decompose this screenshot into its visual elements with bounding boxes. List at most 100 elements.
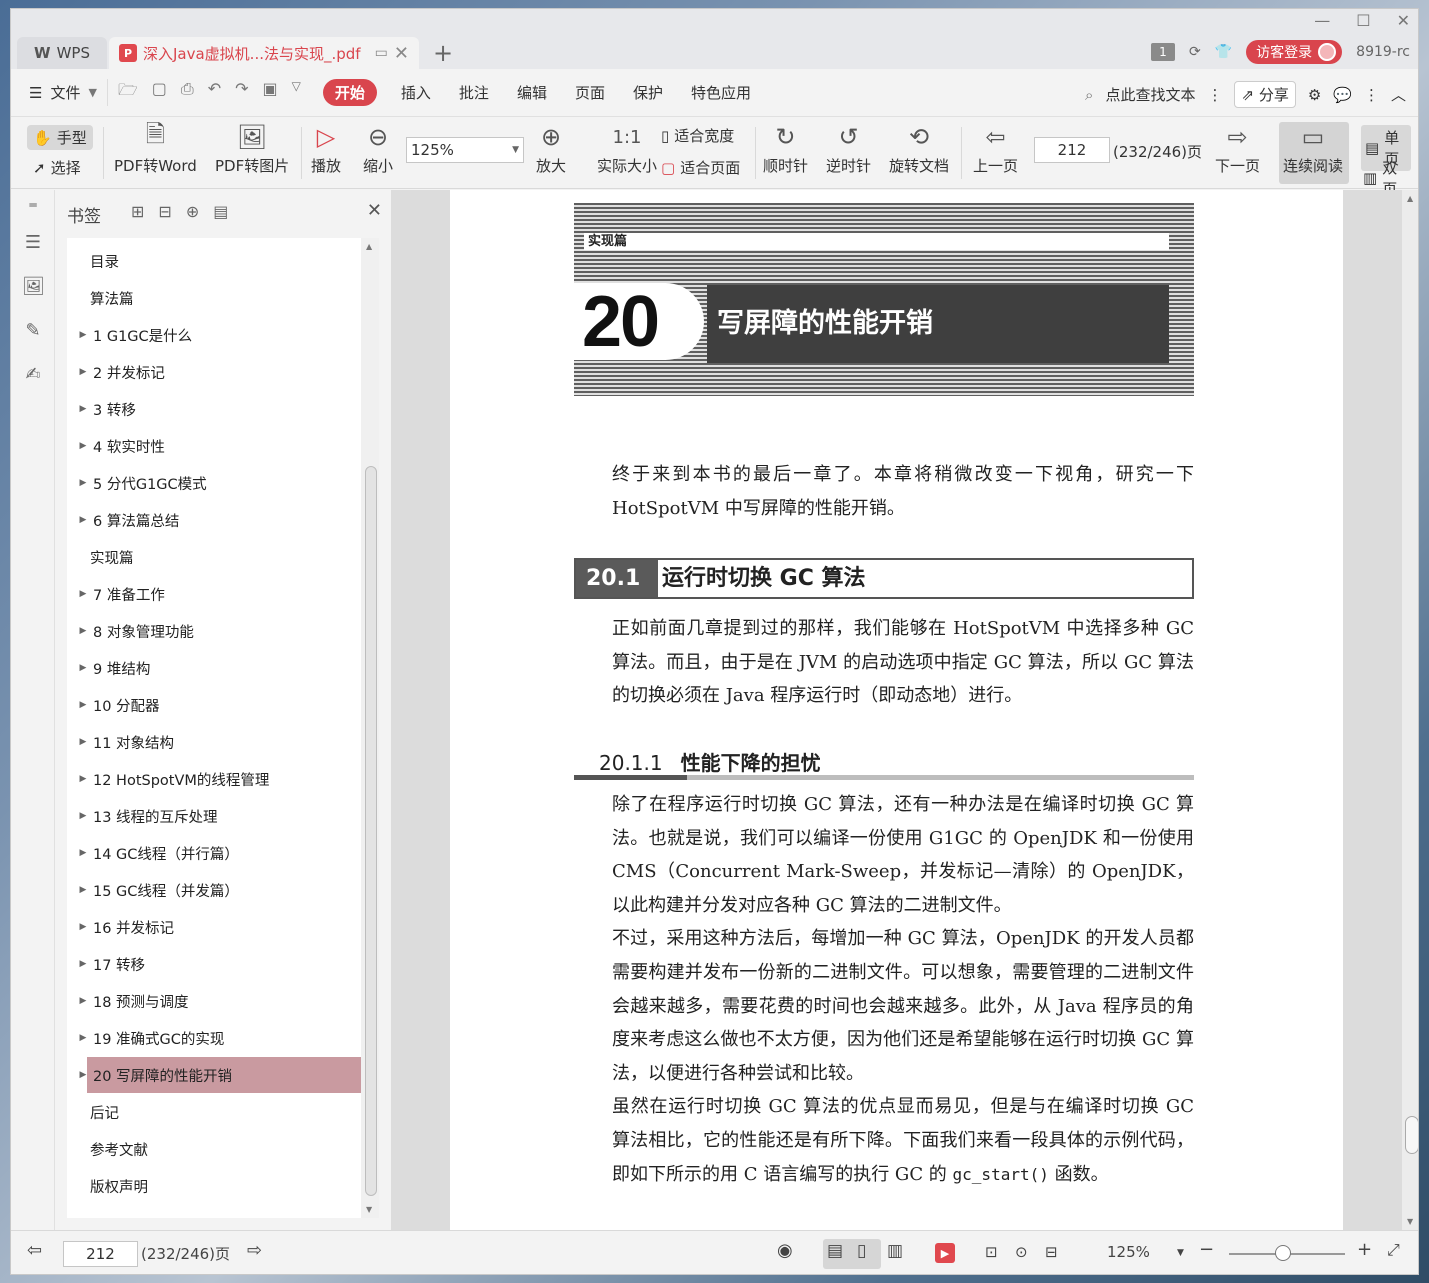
close-tab-icon[interactable]: ✕ <box>394 43 409 64</box>
double-view-icon[interactable]: ▥ <box>887 1241 903 1261</box>
status-zoom-out-icon[interactable]: − <box>1199 1239 1214 1260</box>
bookmark-item[interactable]: 算法篇 <box>67 280 361 316</box>
rotate-document-button[interactable]: ⟲ 旋转文档 <box>889 119 949 176</box>
expand-arrow-icon[interactable]: ▶ <box>67 663 89 673</box>
actual-size-small-icon[interactable]: ⊡ <box>985 1243 998 1261</box>
status-zoom-in-icon[interactable]: + <box>1357 1239 1372 1260</box>
bookmark-item[interactable]: ▶ 16 并发标记 <box>67 909 361 945</box>
prev-page-button[interactable]: ⇦ 上一页 <box>973 119 1018 176</box>
expand-arrow-icon[interactable]: ▶ <box>67 811 89 821</box>
add-bookmark-icon[interactable]: ⊕ <box>186 202 199 221</box>
scroll-up-icon[interactable]: ▲ <box>1407 194 1413 203</box>
bookmark-item[interactable]: 参考文献 <box>67 1131 361 1167</box>
bookmark-item[interactable]: ▶ 19 准确式GC的实现 <box>67 1020 361 1056</box>
expand-arrow-icon[interactable]: ▶ <box>67 774 89 784</box>
tab-insert[interactable]: 插入 <box>387 82 445 103</box>
bookmark-item[interactable]: 实现篇 <box>67 539 361 575</box>
continuous-view-icon[interactable]: ▤ <box>827 1241 843 1261</box>
document-scroll-thumb[interactable] <box>1405 1116 1418 1154</box>
signature-icon[interactable]: ✍ <box>22 364 44 386</box>
bookmark-item[interactable]: ▶ 7 准备工作 <box>67 576 361 612</box>
share-button[interactable]: ⇗ 分享 <box>1234 81 1296 108</box>
wps-home-tab[interactable]: W WPS <box>17 37 107 69</box>
window-count-badge[interactable]: 1 <box>1151 43 1175 61</box>
expand-arrow-icon[interactable]: ▶ <box>67 515 89 525</box>
expand-arrow-icon[interactable]: ▶ <box>67 737 89 747</box>
bookmark-item[interactable]: ▶ 4 软实时性 <box>67 428 361 464</box>
new-tab-icon[interactable]: + <box>433 39 453 67</box>
document-scrollbar[interactable]: ▲ ▼ <box>1402 190 1418 1230</box>
bookmark-scrollbar[interactable]: ▲ ▼ <box>361 238 379 1218</box>
expand-arrow-icon[interactable]: ▶ <box>67 478 89 488</box>
close-panel-icon[interactable]: ✕ <box>367 200 382 221</box>
expand-arrow-icon[interactable]: ▶ <box>67 441 89 451</box>
expand-all-icon[interactable]: ⊞ <box>131 202 144 221</box>
more-vertical-icon[interactable]: ⋮ <box>1207 86 1222 104</box>
zoom-out-button[interactable]: ⊖ 缩小 <box>363 119 393 176</box>
slideshow-play-icon[interactable]: ▶ <box>935 1243 955 1263</box>
pdf-to-word-button[interactable]: 🗎 PDF转Word <box>114 119 197 176</box>
print-icon[interactable]: ⎙ <box>181 79 194 106</box>
tab-special[interactable]: 特色应用 <box>677 82 765 103</box>
open-folder-icon[interactable]: 🗁 <box>118 79 138 106</box>
zoom-select[interactable]: 125% ▼ <box>406 137 524 163</box>
expand-arrow-icon[interactable]: ▶ <box>67 996 89 1006</box>
scroll-down-icon[interactable]: ▼ <box>1407 1217 1413 1226</box>
document-view[interactable]: 实现篇 20 写屏障的性能开销 终于来到本书的最后一章了。本章将稍微改变一下视角… <box>391 190 1418 1230</box>
status-prev-page-icon[interactable]: ⇦ <box>27 1240 42 1261</box>
bookmark-item[interactable]: ▶ 9 堆结构 <box>67 650 361 686</box>
bookmark-item[interactable]: ▶ 8 对象管理功能 <box>67 613 361 649</box>
bookmark-item[interactable]: 目录 <box>67 243 361 279</box>
bookmark-item[interactable]: ▶ 6 算法篇总结 <box>67 502 361 538</box>
tab-edit[interactable]: 编辑 <box>503 82 561 103</box>
bookmark-item[interactable]: ▶ 2 并发标记 <box>67 354 361 390</box>
fit-page-button[interactable]: ▢ 适合页面 <box>661 157 740 178</box>
bookmark-item[interactable]: ▶ 20 写屏障的性能开销 <box>80 1057 361 1093</box>
tab-protect[interactable]: 保护 <box>619 82 677 103</box>
scroll-down-icon[interactable]: ▼ <box>366 1205 372 1214</box>
rotate-clockwise-button[interactable]: ↻ 顺时针 <box>763 119 808 176</box>
tab-annotate[interactable]: 批注 <box>445 82 503 103</box>
expand-arrow-icon[interactable]: ▶ <box>67 626 89 636</box>
undo-icon[interactable]: ↶ <box>208 79 221 106</box>
continuous-read-button[interactable]: ▭ 连续阅读 <box>1283 119 1343 176</box>
bookmark-item[interactable]: ▶ 15 GC线程（并发篇） <box>67 872 361 908</box>
fit-width-small-icon[interactable]: ⊟ <box>1045 1243 1058 1261</box>
file-menu[interactable]: ☰ 文件 ▼ <box>11 82 107 103</box>
expand-arrow-icon[interactable]: ▶ <box>67 922 89 932</box>
bookmark-scroll-thumb[interactable] <box>365 466 377 1196</box>
expand-arrow-icon[interactable]: ▶ <box>67 848 89 858</box>
expand-arrow-icon[interactable]: ▶ <box>67 700 89 710</box>
bookmark-list-icon[interactable]: ☰ <box>22 232 44 254</box>
expand-arrow-icon[interactable]: ▶ <box>67 1033 89 1043</box>
zoom-dropdown-icon[interactable]: ▼ <box>1177 1248 1184 1258</box>
bookmark-item[interactable]: 后记 <box>67 1094 361 1130</box>
more-chevron-icon[interactable]: ▽ <box>292 79 301 106</box>
bookmark-item[interactable]: ▶ 13 线程的互斥处理 <box>67 798 361 834</box>
tab-page[interactable]: 页面 <box>561 82 619 103</box>
collapse-ribbon-icon[interactable]: ︿ <box>1391 84 1406 105</box>
hand-tool-button[interactable]: ✋ 手型 <box>27 125 93 150</box>
skin-icon[interactable]: 👕 <box>1215 44 1232 60</box>
fullscreen-icon[interactable]: ⤢ <box>1387 1240 1400 1260</box>
bookmark-item[interactable]: ▶ 11 对象结构 <box>67 724 361 760</box>
search-icon[interactable]: ⌕ <box>1085 86 1093 104</box>
single-view-icon[interactable]: ▯ <box>857 1241 866 1261</box>
expand-arrow-icon[interactable]: ▶ <box>67 404 89 414</box>
maximize-icon[interactable]: ☐ <box>1356 11 1370 30</box>
expand-arrow-icon[interactable]: ▶ <box>67 589 89 599</box>
scroll-up-icon[interactable]: ▲ <box>366 242 372 251</box>
expand-arrow-icon[interactable]: ▶ <box>67 885 89 895</box>
zoom-in-button[interactable]: ⊕ 放大 <box>536 119 566 176</box>
play-button[interactable]: ▷ 播放 <box>311 119 341 176</box>
close-window-icon[interactable]: ✕ <box>1397 11 1410 30</box>
tab-start[interactable]: 开始 <box>322 79 377 106</box>
minimize-icon[interactable]: — <box>1314 11 1330 30</box>
bookmark-item[interactable]: ▶ 18 预测与调度 <box>67 983 361 1019</box>
comment-icon[interactable]: 💬 <box>1333 86 1352 104</box>
bookmark-item[interactable]: ▶ 10 分配器 <box>67 687 361 723</box>
bookmark-item[interactable]: 版权声明 <box>67 1168 361 1204</box>
expand-arrow-icon[interactable]: ▶ <box>67 959 89 969</box>
rotate-counter-clockwise-button[interactable]: ↺ 逆时针 <box>826 119 871 176</box>
guest-login-button[interactable]: 访客登录 <box>1246 40 1343 64</box>
